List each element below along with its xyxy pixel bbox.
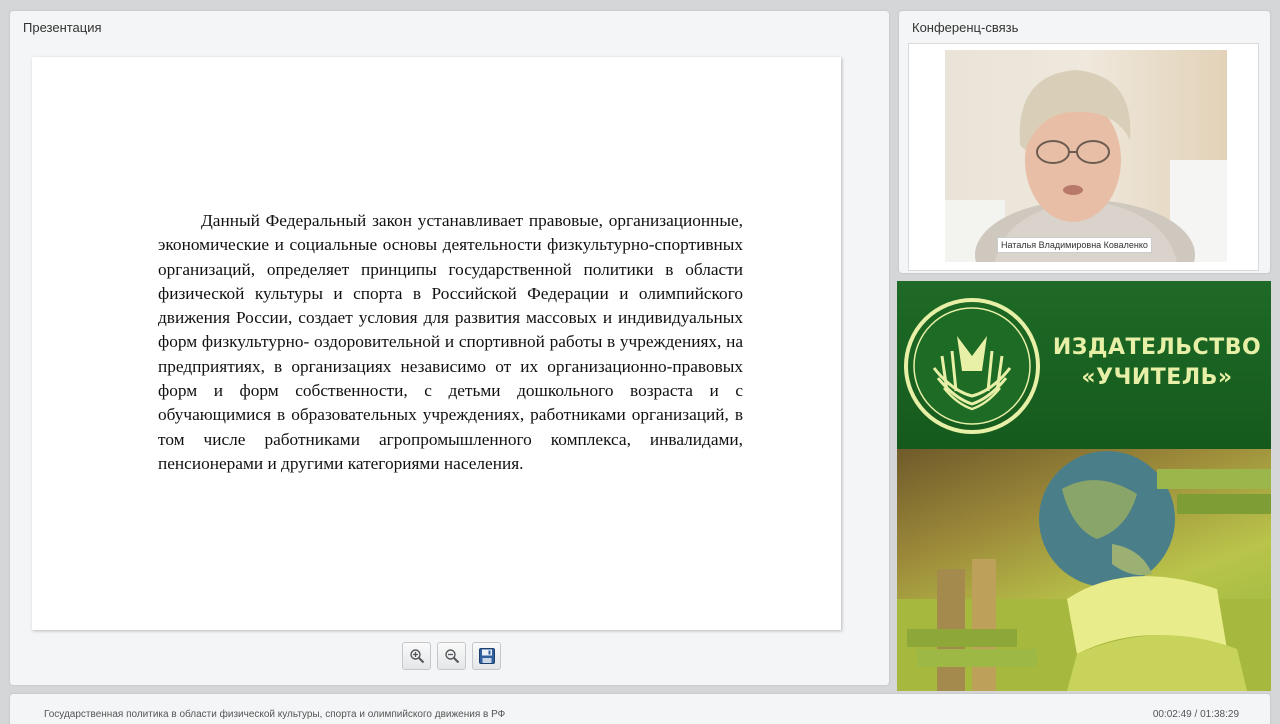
conference-title: Конференц-связь [912,20,1019,35]
zoom-in-icon [409,649,424,664]
banner-image [897,449,1271,691]
conference-panel: Конференц-связь Наталья Владимировна Ков… [899,11,1270,273]
video-frame: Наталья Владимировна Коваленко [908,43,1259,271]
zoom-in-button[interactable] [402,642,431,670]
course-title: Государственная политика в области физич… [44,709,506,720]
participant-name-tag: Наталья Владимировна Коваленко [997,237,1152,253]
presentation-panel: Презентация Данный Федеральный закон уст… [10,11,889,685]
books-globe-image [897,451,1271,691]
presentation-slide: Данный Федеральный закон устанавливает п… [32,57,841,630]
publisher-name: ИЗДАТЕЛЬСТВО «УЧИТЕЛЬ» [1047,333,1267,393]
participant-image [945,70,1227,262]
save-icon [478,648,495,664]
banner-logo-area: ИЗДАТЕЛЬСТВО «УЧИТЕЛЬ» [897,281,1271,449]
slide-text: Данный Федеральный закон устанавливает п… [158,211,743,473]
zoom-out-button[interactable] [437,642,466,670]
publisher-name-line2: «УЧИТЕЛЬ» [1081,365,1233,390]
publisher-logo-icon [904,298,1040,434]
presentation-title: Презентация [23,20,102,35]
presentation-toolbar [402,642,501,670]
publisher-name-line1: ИЗДАТЕЛЬСТВО [1052,335,1262,360]
publisher-banner: ИЗДАТЕЛЬСТВО «УЧИТЕЛЬ» [897,281,1271,691]
save-button[interactable] [472,642,501,670]
playback-time: 00:02:49 / 01:38:29 [1152,709,1239,720]
zoom-out-icon [444,649,459,664]
participant-video[interactable]: Наталья Владимировна Коваленко [945,50,1227,262]
